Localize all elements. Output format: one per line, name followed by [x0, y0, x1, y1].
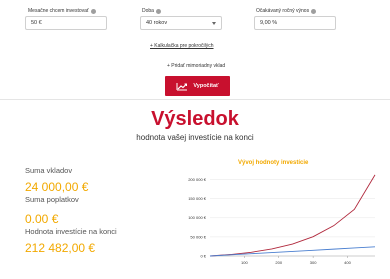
add-extraordinary-deposit-link[interactable]: + Pridať mimoriadny vklad: [167, 63, 225, 69]
advanced-calculator-link[interactable]: + Kalkulačka pre pokročilých: [150, 43, 214, 49]
monthly-investment-input[interactable]: 50 €: [25, 16, 107, 30]
series-line-deposits: [209, 246, 376, 257]
y-tick-label: 200 000 €: [188, 177, 207, 182]
fees-sum-value: 0.00 €: [25, 212, 59, 226]
deposits-sum-label: Suma vkladov: [25, 166, 73, 175]
duration-label: Doba: [142, 8, 161, 14]
final-value-label: Hodnota investície na konci: [25, 227, 117, 236]
chevron-down-icon: [212, 21, 216, 25]
chart-trend-icon: [176, 82, 188, 90]
y-tick-label: 150 000 €: [188, 196, 207, 201]
result-title: Výsledok: [151, 108, 239, 130]
expected-return-label: Očakávaný ročný výnos: [256, 8, 317, 14]
result-subtitle: hodnota vašej investície na konci: [136, 133, 254, 142]
info-icon[interactable]: [90, 8, 96, 14]
info-icon[interactable]: [311, 8, 317, 14]
series-line-value: [209, 174, 376, 257]
y-tick-label: 0 €: [200, 253, 206, 258]
x-tick-label: 300: [310, 260, 317, 265]
info-icon[interactable]: [155, 8, 161, 14]
deposits-sum-value: 24 000,00 €: [25, 180, 89, 194]
expected-return-input[interactable]: 9,00 %: [254, 16, 336, 30]
x-tick-label: 100: [241, 260, 248, 265]
y-tick-label: 50 000 €: [190, 234, 206, 239]
x-tick-label: 200: [275, 260, 282, 265]
final-value-value: 212 482,00 €: [25, 241, 96, 255]
fees-sum-label: Suma poplatkov: [25, 195, 79, 204]
monthly-investment-label: Mesačne chcem investovať: [28, 8, 96, 14]
investment-growth-chart: 0 € 50 000 € 100 000 € 150 000 € 200 000 € 10…: [188, 174, 376, 265]
duration-select[interactable]: 40 rokov: [140, 16, 222, 30]
calculate-button[interactable]: Vypočítať: [165, 76, 230, 96]
y-tick-label: 100 000 €: [188, 215, 207, 220]
x-tick-label: 400: [344, 260, 351, 265]
section-divider: [0, 99, 390, 100]
